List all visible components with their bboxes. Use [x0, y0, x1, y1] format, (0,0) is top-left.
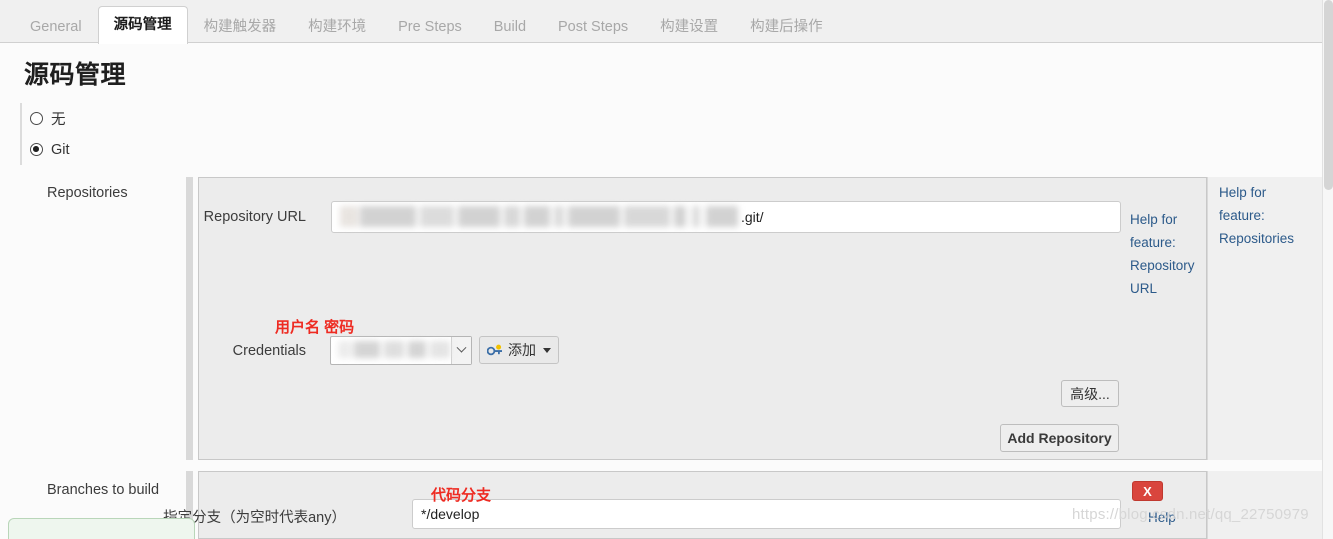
scm-option-git-label: Git	[51, 141, 70, 158]
add-credentials-button[interactable]: 添加	[479, 336, 559, 364]
annotation-credentials: 用户名 密码	[275, 319, 355, 336]
scm-radio-group: 无 Git	[20, 103, 220, 165]
tab-general[interactable]: General	[14, 10, 98, 43]
credentials-label: Credentials	[232, 343, 306, 359]
help-link-branches[interactable]: Help	[1148, 506, 1176, 529]
tab-pre-steps[interactable]: Pre Steps	[382, 10, 478, 43]
scm-option-none-label: 无	[51, 112, 66, 128]
section-label-repositories: Repositories	[47, 185, 128, 201]
validation-message-panel	[8, 518, 195, 539]
advanced-button[interactable]: 高级...	[1061, 380, 1119, 407]
tab-scm[interactable]: 源码管理	[97, 6, 188, 44]
credentials-dropdown-arrow[interactable]	[451, 337, 471, 364]
key-icon	[487, 344, 502, 356]
tab-list: General 源码管理 构建触发器 构建环境 Pre Steps Build …	[14, 5, 839, 44]
chevron-down-icon	[456, 342, 467, 353]
branches-help-strip	[1207, 471, 1322, 539]
scm-option-none[interactable]: 无	[30, 103, 220, 134]
tab-build-environment[interactable]: 构建环境	[292, 10, 382, 43]
help-link-repositories[interactable]: Help for feature: Repositories	[1219, 181, 1309, 250]
credentials-select[interactable]	[330, 336, 472, 365]
tab-build[interactable]: Build	[478, 10, 542, 43]
repository-url-visible-suffix: .git/	[741, 209, 764, 225]
page-title: 源码管理	[24, 61, 127, 89]
scrollbar-thumb[interactable]	[1324, 0, 1333, 190]
radio-icon-git	[30, 143, 43, 156]
tab-post-build-actions[interactable]: 构建后操作	[734, 10, 839, 43]
repository-url-input[interactable]	[331, 201, 1121, 233]
add-repository-button[interactable]: Add Repository	[1000, 424, 1119, 452]
radio-icon-none	[30, 112, 43, 125]
caret-down-icon	[543, 347, 551, 353]
jenkins-job-config-page: General 源码管理 构建触发器 构建环境 Pre Steps Build …	[0, 0, 1333, 539]
repository-url-label: Repository URL	[203, 209, 306, 225]
annotation-branch: 代码分支	[431, 487, 492, 504]
delete-branch-button[interactable]: X	[1132, 481, 1163, 501]
tab-build-settings[interactable]: 构建设置	[644, 10, 734, 43]
help-link-repository-url[interactable]: Help for feature: Repository URL	[1130, 208, 1204, 300]
tab-build-triggers[interactable]: 构建触发器	[188, 10, 293, 43]
add-credentials-button-label: 添加	[508, 342, 536, 358]
scm-option-git[interactable]: Git	[30, 134, 220, 165]
page-scrollbar[interactable]	[1322, 0, 1333, 539]
branch-specifier-input[interactable]: */develop	[412, 499, 1121, 529]
tab-post-steps[interactable]: Post Steps	[542, 10, 644, 43]
section-label-branches: Branches to build	[47, 482, 160, 498]
config-tabbar: General 源码管理 构建触发器 构建环境 Pre Steps Build …	[0, 0, 1322, 44]
